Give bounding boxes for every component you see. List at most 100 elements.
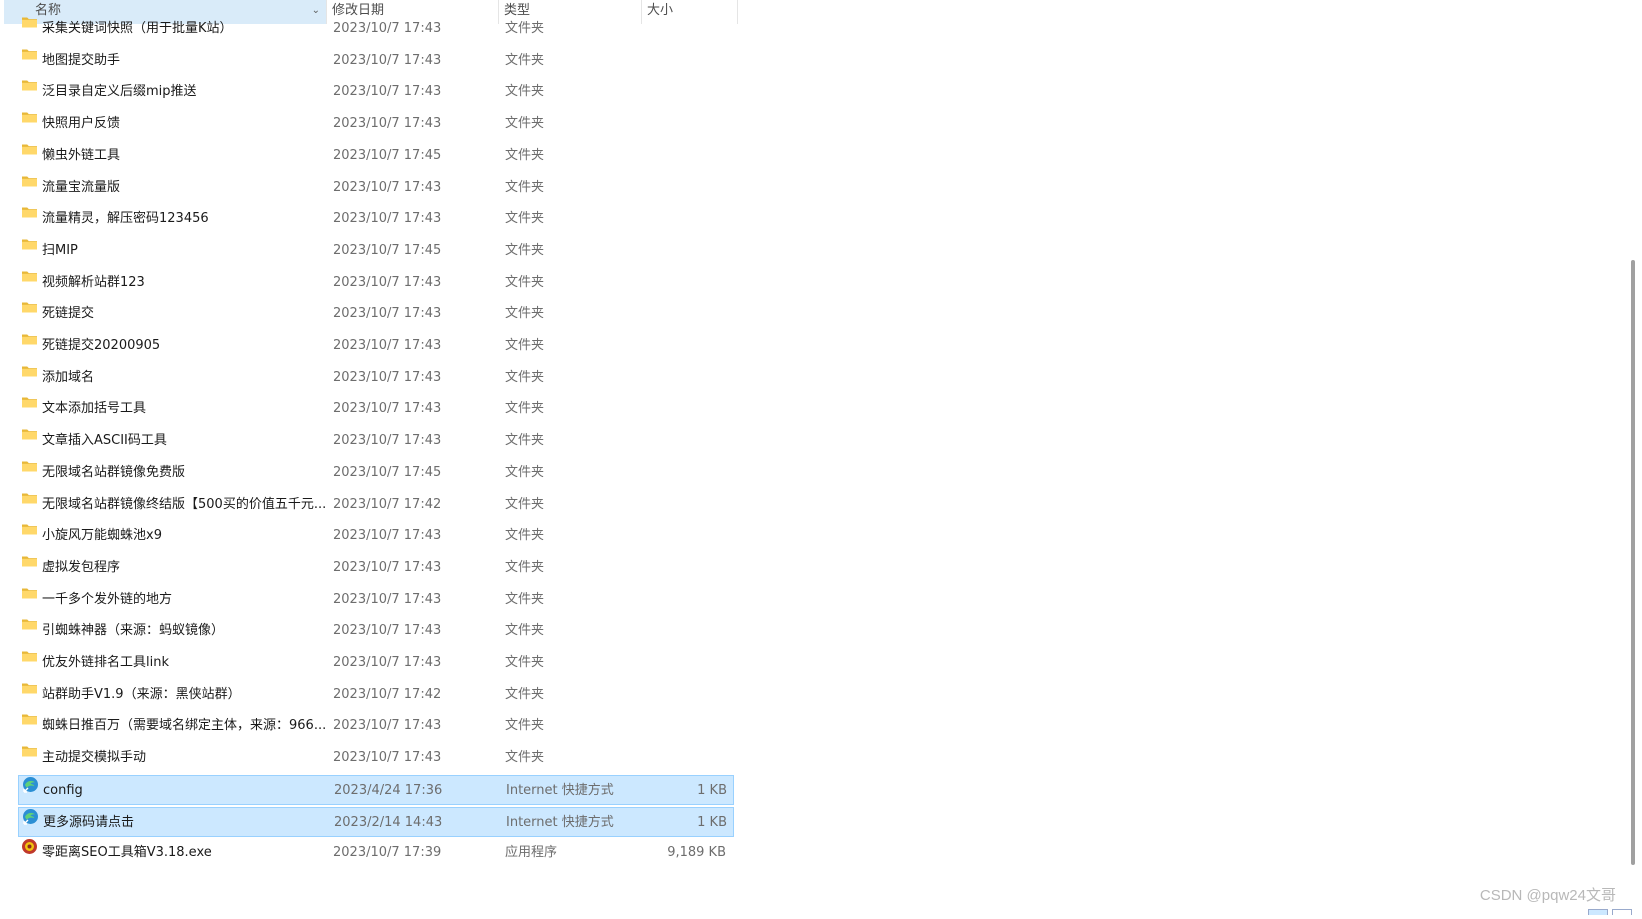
file-row[interactable]: 虚拟发包程序 2023/10/7 17:43 文件夹 [18, 553, 734, 583]
file-date: 2023/10/7 17:42 [333, 686, 442, 702]
file-type: 文件夹 [505, 686, 545, 702]
file-name: 采集关键词快照（用于批量K站） [42, 21, 233, 36]
file-date: 2023/10/7 17:43 [333, 433, 442, 449]
file-row[interactable]: 无限域名站群镜像终结版【500买的价值五千元... 2023/10/7 17:42… [18, 490, 734, 520]
folder-icon [21, 553, 38, 569]
file-type: 文件夹 [505, 496, 545, 512]
file-type: 文件夹 [505, 750, 545, 766]
file-name: 文本添加括号工具 [42, 401, 147, 417]
file-type: 文件夹 [505, 147, 545, 163]
file-date: 2023/10/7 17:43 [333, 274, 442, 290]
file-row[interactable]: 文本添加括号工具 2023/10/7 17:43 文件夹 [18, 394, 734, 424]
file-row[interactable]: 站群助手V1.9（来源：黑侠站群） 2023/10/7 17:42 文件夹 [18, 680, 734, 710]
folder-icon [21, 14, 38, 30]
file-row[interactable]: 主动提交模拟手动 2023/10/7 17:43 文件夹 [18, 743, 734, 773]
file-date: 2023/10/7 17:43 [333, 84, 442, 100]
file-row[interactable]: 一千多个发外链的地方 2023/10/7 17:43 文件夹 [18, 585, 734, 615]
file-date: 2023/4/24 17:36 [334, 782, 443, 798]
file-type: 文件夹 [505, 211, 545, 227]
file-name: 死链提交 [42, 306, 95, 322]
file-date: 2023/10/7 17:43 [333, 655, 442, 670]
file-name: 快照用户反馈 [42, 116, 121, 132]
app-exe-icon [21, 838, 38, 855]
file-type: 文件夹 [505, 369, 545, 385]
folder-icon [21, 680, 38, 696]
file-row[interactable]: 无限域名站群镜像免费版 2023/10/7 17:45 文件夹 [18, 458, 734, 488]
file-size: 1 KB [697, 814, 727, 830]
file-row[interactable]: 蜘蛛日推百万（需要域名绑定主体，来源：966... 2023/10/7 17:43… [18, 711, 734, 741]
file-row[interactable]: 懒虫外链工具 2023/10/7 17:45 文件夹 [18, 141, 734, 171]
file-name: 站群助手V1.9（来源：黑侠站群） [42, 686, 241, 702]
file-row[interactable]: config 2023/4/24 17:36 Internet 快捷方式 1 KB [18, 774, 734, 805]
file-row[interactable]: 地图提交助手 2023/10/7 17:43 文件夹 [18, 46, 734, 76]
file-row[interactable]: 快照用户反馈 2023/10/7 17:43 文件夹 [18, 109, 734, 139]
file-row[interactable]: 泛目录自定义后缀mip推送 2023/10/7 17:43 文件夹 [18, 77, 734, 107]
file-name: config [43, 782, 83, 798]
folder-icon [21, 743, 38, 759]
details-view-button[interactable] [1588, 909, 1608, 915]
file-date: 2023/10/7 17:43 [333, 718, 442, 734]
file-name: 蜘蛛日推百万（需要域名绑定主体，来源：966... [42, 718, 327, 734]
file-row[interactable]: 流量宝流量版 2023/10/7 17:43 文件夹 [18, 173, 734, 203]
file-name: 引蜘蛛神器（来源：蚂蚁镜像） [42, 623, 225, 639]
file-name: 流量精灵，解压密码123456 [42, 211, 209, 227]
file-row[interactable]: 流量精灵，解压密码123456 2023/10/7 17:43 文件夹 [18, 204, 734, 234]
file-date: 2023/10/7 17:45 [333, 147, 442, 163]
folder-icon [21, 426, 38, 442]
file-row[interactable]: 死链提交 2023/10/7 17:43 文件夹 [18, 299, 734, 329]
file-name: 地图提交助手 [42, 52, 121, 68]
file-type: 文件夹 [505, 433, 545, 449]
file-type: 文件夹 [505, 84, 545, 100]
folder-icon [21, 648, 38, 664]
file-row[interactable]: 添加域名 2023/10/7 17:43 文件夹 [18, 363, 734, 393]
file-type: 文件夹 [505, 464, 545, 480]
folder-icon [21, 616, 38, 632]
file-date: 2023/10/7 17:43 [333, 369, 442, 385]
file-row[interactable]: 死链提交20200905 2023/10/7 17:43 文件夹 [18, 331, 734, 361]
file-date: 2023/10/7 17:39 [333, 845, 442, 861]
file-type: Internet 快捷方式 [506, 814, 614, 830]
file-row[interactable]: 扫MIP 2023/10/7 17:45 文件夹 [18, 236, 734, 266]
file-row[interactable]: 采集关键词快照（用于批量K站） 2023/10/7 17:43 文件夹 [18, 14, 734, 44]
file-type: 文件夹 [505, 591, 545, 607]
scrollbar-thumb[interactable] [1631, 260, 1635, 865]
thumbnail-view-button[interactable] [1612, 909, 1632, 915]
folder-icon [21, 711, 38, 727]
file-name: 泛目录自定义后缀mip推送 [42, 84, 197, 100]
file-type: 文件夹 [505, 559, 545, 575]
sort-up-icon: ^ [176, 0, 184, 10]
file-size: 9,189 KB [667, 845, 726, 861]
file-name: 视频解析站群123 [42, 274, 145, 290]
file-date: 2023/10/7 17:43 [333, 401, 442, 417]
file-type: 文件夹 [505, 655, 545, 670]
file-name: 懒虫外链工具 [42, 147, 121, 163]
file-type: 文件夹 [505, 274, 545, 290]
file-name: 流量宝流量版 [42, 179, 121, 195]
file-date: 2023/10/7 17:43 [333, 528, 442, 544]
folder-icon [21, 141, 38, 157]
folder-icon [21, 236, 38, 252]
folder-icon [21, 109, 38, 125]
file-row[interactable]: 引蜘蛛神器（来源：蚂蚁镜像） 2023/10/7 17:43 文件夹 [18, 616, 734, 646]
folder-icon [21, 173, 38, 189]
file-type: 文件夹 [505, 116, 545, 132]
file-name: 无限域名站群镜像终结版【500买的价值五千元... [42, 496, 327, 512]
file-type: 文件夹 [505, 401, 545, 417]
vertical-scrollbar[interactable] [1628, 0, 1638, 915]
file-type: 文件夹 [505, 52, 545, 68]
file-name: 优友外链排名工具link [42, 655, 169, 670]
file-date: 2023/10/7 17:43 [333, 306, 442, 322]
file-date: 2023/10/7 17:43 [333, 623, 442, 639]
file-row[interactable]: 小旋风万能蜘蛛池x9 2023/10/7 17:43 文件夹 [18, 521, 734, 551]
file-row[interactable]: 优友外链排名工具link 2023/10/7 17:43 文件夹 [18, 648, 734, 678]
file-row[interactable]: 更多源码请点击 2023/2/14 14:43 Internet 快捷方式 1 KB [18, 806, 734, 837]
file-type: 文件夹 [505, 623, 545, 639]
file-type: Internet 快捷方式 [506, 782, 614, 798]
file-name: 虚拟发包程序 [42, 559, 121, 575]
file-type: 文件夹 [505, 718, 545, 734]
file-row[interactable]: 视频解析站群123 2023/10/7 17:43 文件夹 [18, 268, 734, 298]
file-row[interactable]: 文章插入ASCII码工具 2023/10/7 17:43 文件夹 [18, 426, 734, 456]
file-date: 2023/2/14 14:43 [334, 814, 443, 830]
file-row[interactable]: 零距离SEO工具箱V3.18.exe 2023/10/7 17:39 应用程序 9,1… [18, 838, 734, 868]
internet-shortcut-icon [22, 776, 39, 793]
